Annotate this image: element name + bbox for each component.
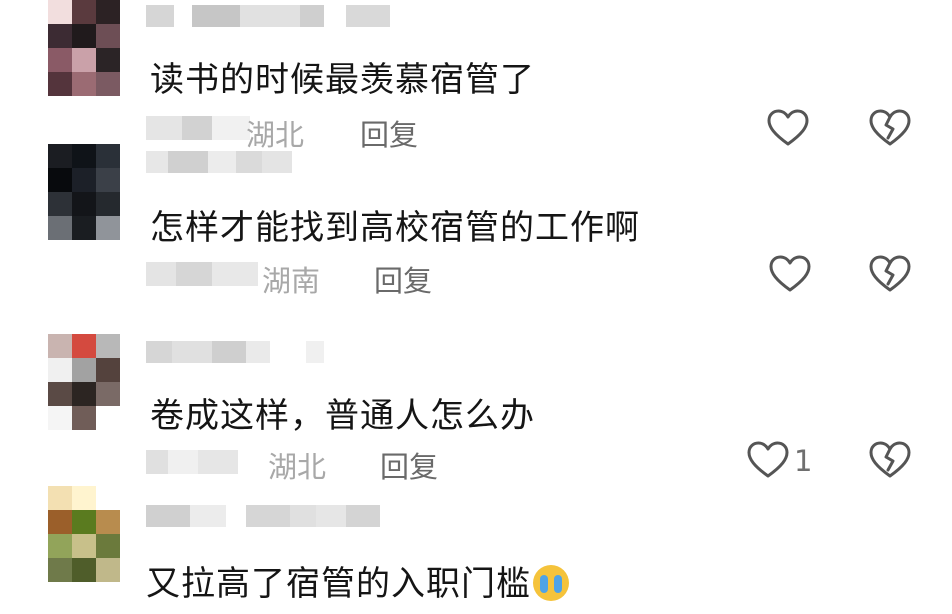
dislike-button[interactable]: [868, 108, 912, 148]
dislike-button[interactable]: [868, 440, 912, 480]
comment-text: 又拉高了宿管的入职门槛: [146, 556, 569, 605]
comment-text: 卷成这样，普通人怎么办: [150, 396, 535, 436]
broken-heart-icon: [869, 255, 911, 292]
avatar[interactable]: [48, 334, 120, 430]
heart-outline-icon: [747, 441, 789, 478]
like-button[interactable]: [768, 254, 812, 294]
broken-heart-icon: [869, 109, 911, 146]
heart-outline-icon: [767, 109, 809, 146]
avatar[interactable]: [48, 486, 120, 582]
comment-text: 读书的时候最羡慕宿管了: [150, 60, 535, 100]
username[interactable]: [146, 2, 390, 30]
comment-location: 湖南: [262, 264, 321, 298]
reply-button[interactable]: 回复: [360, 112, 418, 154]
reply-button[interactable]: 回复: [380, 444, 438, 486]
comment-text-content: 又拉高了宿管的入职门槛: [146, 564, 531, 604]
avatar[interactable]: [48, 144, 120, 240]
user-ip-blur: [146, 116, 250, 140]
like-button[interactable]: [746, 440, 790, 480]
comment-text: 怎样才能找到高校宿管的工作啊: [150, 208, 640, 248]
loudly-crying-face-icon: [533, 565, 569, 601]
reply-button[interactable]: 回复: [374, 258, 432, 300]
user-ip-blur: [146, 450, 238, 474]
like-button[interactable]: [766, 108, 810, 148]
user-ip-blur: [146, 262, 258, 286]
dislike-button[interactable]: [868, 254, 912, 294]
broken-heart-icon: [869, 441, 911, 478]
heart-outline-icon: [769, 255, 811, 292]
username[interactable]: [146, 502, 380, 530]
like-count: 1: [794, 444, 813, 478]
avatar[interactable]: [48, 0, 120, 96]
username[interactable]: [146, 148, 292, 176]
username[interactable]: [146, 338, 324, 366]
comment-location: 湖北: [268, 450, 327, 484]
